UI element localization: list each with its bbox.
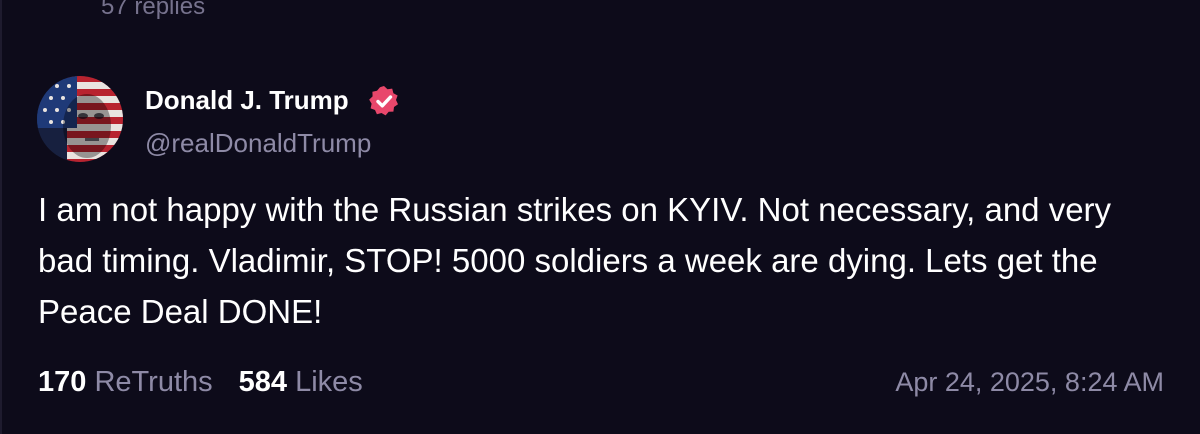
verified-badge-icon: [369, 86, 398, 116]
avatar[interactable]: [37, 76, 123, 162]
previous-post-replies-link[interactable]: 57 replies: [101, 0, 205, 21]
retruths-stat[interactable]: 170 ReTruths: [38, 366, 213, 398]
likes-count: 584: [238, 366, 288, 398]
author-handle[interactable]: @realDonaldTrump: [145, 128, 371, 158]
post-timestamp[interactable]: Apr 24, 2025, 8:24 AM: [895, 364, 1164, 400]
post-text: I am not happy with the Russian strikes …: [38, 191, 1112, 330]
retruths-label: ReTruths: [94, 366, 213, 398]
likes-label: Likes: [295, 366, 363, 398]
retruths-count: 170: [38, 366, 87, 398]
post-stats: 170 ReTruths 584 Likes: [38, 364, 363, 400]
thread-divider: [0, 0, 2, 434]
author-display-name[interactable]: Donald J. Trump: [145, 85, 349, 115]
likes-stat[interactable]: 584 Likes: [239, 366, 363, 398]
avatar-image: [37, 76, 123, 162]
